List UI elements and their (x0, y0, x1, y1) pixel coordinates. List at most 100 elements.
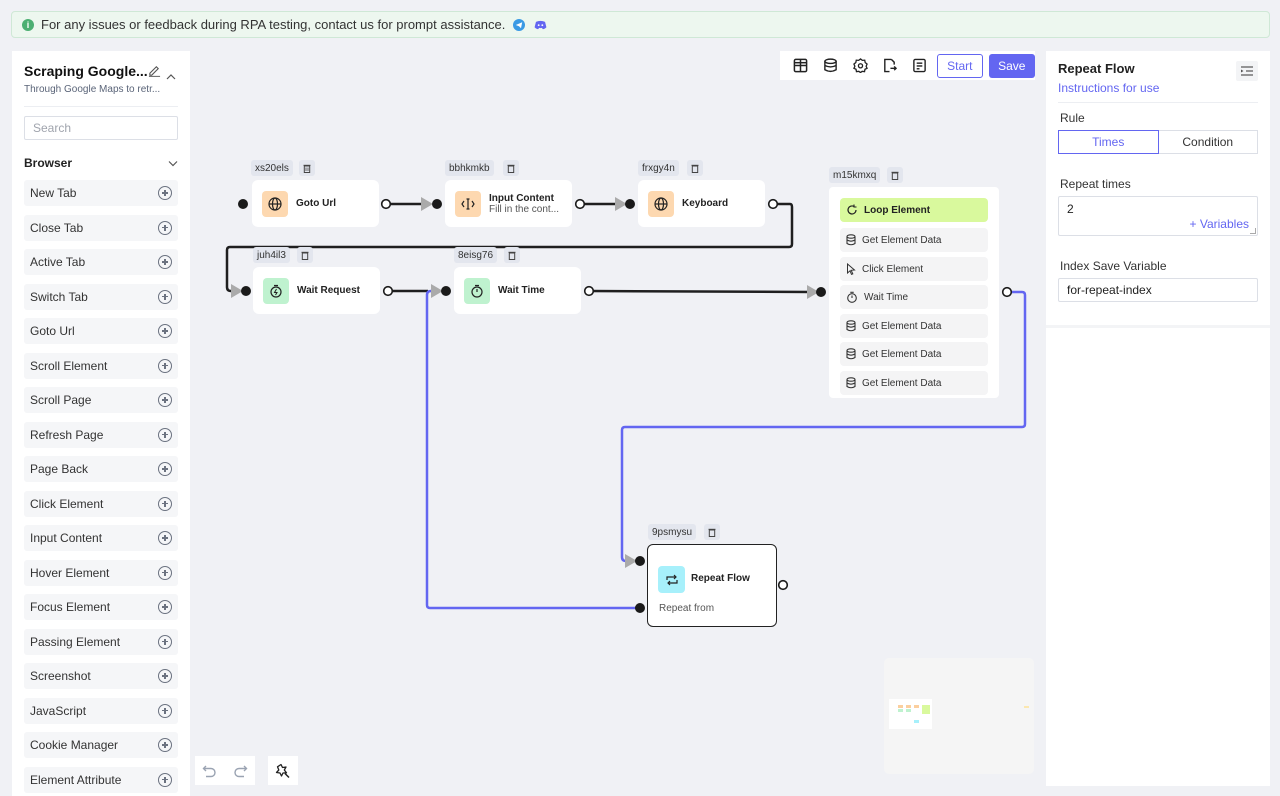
action-item[interactable]: Click Element (24, 490, 178, 517)
add-icon[interactable] (158, 600, 172, 614)
delete-node-button[interactable] (297, 247, 313, 263)
action-item[interactable]: Hover Element (24, 559, 178, 586)
node-title: Goto Url (296, 198, 336, 209)
input-port (441, 286, 451, 296)
telegram-icon[interactable] (513, 18, 526, 31)
action-item[interactable]: Close Tab (24, 214, 178, 241)
group-header-browser[interactable]: Browser (24, 156, 178, 170)
loop-item[interactable]: Click Element (840, 257, 988, 281)
add-icon[interactable] (158, 703, 172, 718)
export-icon[interactable] (875, 51, 905, 80)
stopwatch-icon (847, 291, 857, 303)
add-icon[interactable] (158, 324, 172, 338)
loop-item[interactable]: Get Element Data (840, 314, 988, 338)
loop-item[interactable]: Get Element Data (840, 371, 988, 395)
action-item[interactable]: Cookie Manager (24, 732, 178, 758)
add-icon[interactable] (158, 427, 172, 442)
delete-node-button[interactable] (704, 524, 720, 540)
auto-layout-button[interactable] (268, 756, 298, 785)
repeat-icon (658, 566, 685, 593)
add-icon[interactable] (158, 289, 172, 304)
node-title: Wait Request (297, 285, 360, 296)
node-title: Keyboard (682, 198, 729, 209)
instructions-link[interactable]: Instructions for use (1058, 81, 1159, 95)
output-port (382, 285, 394, 297)
repeat-times-input[interactable]: 2 + Variables (1058, 196, 1258, 236)
action-item[interactable]: Scroll Element (24, 352, 178, 379)
action-item[interactable]: Screenshot (24, 663, 178, 689)
add-icon[interactable] (158, 634, 172, 649)
minimap-viewport[interactable] (889, 699, 932, 729)
add-icon[interactable] (158, 531, 172, 545)
node-wait-request[interactable]: Wait Request (253, 267, 380, 314)
node-keyboard[interactable]: Keyboard (638, 180, 765, 227)
action-item[interactable]: Focus Element (24, 594, 178, 620)
loop-item[interactable]: Get Element Data (840, 228, 988, 252)
action-item[interactable]: New Tab (24, 180, 178, 206)
minimap-node (914, 705, 919, 708)
input-port (635, 556, 645, 566)
add-icon[interactable] (158, 186, 172, 200)
action-item[interactable]: JavaScript (24, 697, 178, 724)
loop-item[interactable]: Loop Element (840, 198, 988, 222)
add-icon[interactable] (158, 462, 172, 476)
magic-wand-icon (275, 763, 290, 778)
action-item[interactable]: Active Tab (24, 249, 178, 275)
add-icon[interactable] (158, 393, 172, 407)
add-icon[interactable] (158, 772, 172, 787)
undo-icon[interactable] (202, 764, 218, 778)
action-item[interactable]: Refresh Page (24, 421, 178, 448)
delete-node-button[interactable] (503, 160, 519, 176)
search-input[interactable] (24, 116, 178, 140)
add-icon[interactable] (158, 358, 172, 373)
add-icon[interactable] (158, 669, 172, 683)
chevron-up-icon[interactable] (166, 73, 176, 80)
add-icon[interactable] (158, 738, 172, 752)
loop-item[interactable]: Wait Time (840, 285, 988, 309)
node-loop-group[interactable]: Loop Element Get Element Data Click Elem… (829, 187, 999, 398)
action-item[interactable]: Switch Tab (24, 283, 178, 310)
add-icon[interactable] (158, 255, 172, 269)
node-input-content[interactable]: Input Content Fill in the cont... (445, 180, 572, 227)
action-item[interactable]: Scroll Page (24, 387, 178, 413)
add-icon[interactable] (158, 496, 172, 511)
add-icon[interactable] (158, 565, 172, 580)
rule-option-times[interactable]: Times (1058, 130, 1159, 154)
add-icon[interactable] (158, 220, 172, 235)
index-save-variable-input[interactable]: for-repeat-index (1058, 278, 1258, 302)
action-item[interactable]: Element Attribute (24, 766, 178, 793)
rule-option-condition[interactable]: Condition (1158, 130, 1258, 154)
settings-icon[interactable] (845, 51, 875, 80)
add-variables-link[interactable]: + Variables (1190, 217, 1249, 231)
redo-icon[interactable] (232, 764, 248, 778)
divider (1058, 102, 1258, 103)
edit-icon[interactable] (148, 64, 161, 77)
database-icon[interactable] (816, 51, 846, 80)
discord-icon[interactable] (534, 20, 547, 30)
log-icon[interactable] (905, 51, 935, 80)
table-icon[interactable] (786, 51, 816, 80)
node-wait-time[interactable]: Wait Time (454, 267, 581, 314)
action-item[interactable]: Page Back (24, 456, 178, 482)
loop-item[interactable]: Get Element Data (840, 342, 988, 366)
action-item[interactable]: Passing Element (24, 628, 178, 655)
indent-icon (1241, 66, 1253, 76)
arrow-marker (615, 197, 627, 211)
divider (24, 106, 178, 107)
action-item[interactable]: Goto Url (24, 318, 178, 344)
panel-menu-button[interactable] (1236, 61, 1258, 81)
resize-handle[interactable] (1250, 228, 1256, 234)
save-button[interactable]: Save (988, 53, 1035, 78)
delete-node-button[interactable] (687, 160, 703, 176)
delete-node-button[interactable] (887, 167, 903, 183)
text-cursor-icon (455, 190, 481, 217)
node-repeat-flow[interactable]: Repeat Flow Repeat from (647, 544, 777, 627)
delete-node-button[interactable] (299, 160, 315, 176)
start-button[interactable]: Start (937, 53, 983, 78)
delete-node-button[interactable] (504, 247, 520, 263)
node-goto-url[interactable]: Goto Url (252, 180, 379, 227)
minimap-node (1024, 706, 1029, 708)
action-item[interactable]: Input Content (24, 525, 178, 551)
section-divider (1046, 325, 1270, 328)
minimap[interactable] (884, 658, 1034, 774)
